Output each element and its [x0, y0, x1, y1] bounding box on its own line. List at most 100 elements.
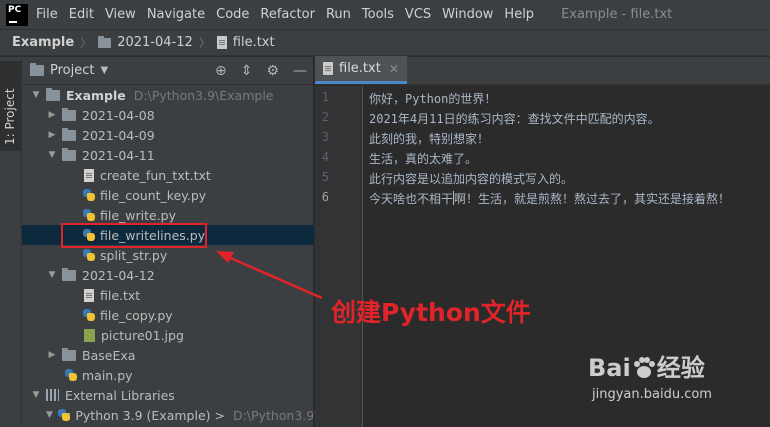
- tree-item-label: 2021-04-09: [82, 127, 155, 143]
- tree-item-file[interactable]: file_write.py: [22, 205, 314, 225]
- tree-item-label: picture01.jpg: [101, 327, 184, 343]
- menu-run[interactable]: Run: [326, 7, 351, 22]
- tree-item-file[interactable]: picture01.jpg: [22, 325, 314, 345]
- tree-item-file[interactable]: file_copy.py: [22, 305, 314, 325]
- text-file-icon: [216, 36, 227, 49]
- tree-item-label: BaseExa: [82, 347, 136, 363]
- menu-refactor[interactable]: Refactor: [260, 7, 315, 22]
- tree-item-file[interactable]: file_count_key.py: [22, 185, 314, 205]
- tree-item-sdk[interactable]: ▼ < Python 3.9 (Example) > D:\Python3.9\: [22, 405, 318, 425]
- watermark: Bai 经验 jingyan.baidu.com: [588, 348, 712, 402]
- menu-view[interactable]: View: [105, 7, 136, 22]
- tree-item-label: 2021-04-11: [82, 147, 155, 163]
- menu-vcs[interactable]: VCS: [405, 7, 431, 22]
- tree-item-label: < Python 3.9 (Example) >: [60, 407, 225, 423]
- tree-item-file[interactable]: create_fun_txt.txt: [22, 165, 314, 185]
- code-line-current[interactable]: 今天啥也不相干啊！生活，就是煎熬！熬过去了，其实还是接着熬！: [369, 190, 730, 207]
- chevron-down-icon[interactable]: ▼: [46, 410, 53, 420]
- code-line[interactable]: 此刻的我，特别想家！: [369, 130, 489, 147]
- tree-item-folder[interactable]: ▶ 2021-04-09: [22, 125, 314, 145]
- tree-item-root[interactable]: ▼ Example D:\Python3.9\Example: [22, 85, 314, 105]
- watermark-logo: Bai 经验: [588, 354, 705, 382]
- chevron-right-icon[interactable]: ▶: [46, 110, 58, 120]
- tree-item-path: D:\Python3.9\Example: [133, 87, 274, 103]
- line-number: 1: [321, 90, 329, 104]
- chevron-down-icon[interactable]: ▼: [30, 390, 42, 400]
- python-file-icon: [82, 208, 96, 222]
- tree-item-label: main.py: [82, 367, 133, 383]
- menu-help[interactable]: Help: [504, 7, 534, 22]
- code-line[interactable]: 生活，真的太难了。: [369, 150, 477, 167]
- project-view-selector[interactable]: Project: [50, 63, 94, 78]
- project-tool-label: 1: Project: [3, 88, 17, 145]
- chevron-right-icon[interactable]: ▶: [46, 350, 58, 360]
- collapse-all-icon[interactable]: ⇕: [241, 63, 253, 79]
- chevron-down-icon[interactable]: ▼: [46, 270, 58, 280]
- menu-navigate[interactable]: Navigate: [147, 7, 205, 22]
- code-line[interactable]: 你好，Python的世界！: [369, 90, 496, 107]
- annotation-label: 创建Python文件: [331, 298, 531, 327]
- gear-icon[interactable]: ⚙: [266, 63, 279, 79]
- menu-window[interactable]: Window: [442, 7, 493, 22]
- folder-icon: [62, 267, 76, 281]
- close-icon[interactable]: ✕: [389, 62, 399, 76]
- chevron-down-icon[interactable]: ▼: [30, 90, 42, 100]
- tree-item-file[interactable]: main.py: [22, 365, 314, 385]
- code-text-after-caret: 啊！生活，就是煎熬！熬过去了，其实还是接着熬！: [454, 192, 731, 206]
- line-number: 2: [321, 110, 329, 124]
- line-number: 3: [321, 130, 329, 144]
- menu-code[interactable]: Code: [216, 7, 249, 22]
- project-panel-header: Project ▼ ⊕ ⇕ ⚙ —: [22, 57, 313, 85]
- folder-icon: [62, 347, 76, 361]
- line-number: 4: [321, 150, 329, 164]
- tree-item-folder[interactable]: ▼ 2021-04-12: [22, 265, 314, 285]
- locate-icon[interactable]: ⊕: [215, 63, 227, 79]
- breadcrumb-file[interactable]: file.txt: [216, 35, 275, 50]
- tree-item-file[interactable]: file.txt: [22, 285, 314, 305]
- tab-file-txt[interactable]: file.txt ✕: [315, 56, 407, 84]
- tree-item-label: 2021-04-08: [82, 107, 155, 123]
- tree-item-label: file_write.py: [100, 207, 177, 223]
- tree-item-external-libraries[interactable]: ▼ External Libraries: [22, 385, 314, 405]
- folder-icon: [30, 63, 44, 76]
- code-text-before-caret: 今天啥也不相干: [369, 192, 454, 206]
- line-number: 5: [321, 170, 329, 184]
- project-tree: ▼ Example D:\Python3.9\Example ▶ 2021-04…: [22, 85, 318, 423]
- code-line[interactable]: 2021年4月11日的练习内容：查找文件中匹配的内容。: [369, 110, 660, 127]
- menu-tools[interactable]: Tools: [362, 7, 394, 22]
- text-file-icon: [84, 288, 94, 302]
- text-file-icon: [323, 62, 333, 75]
- chevron-right-icon[interactable]: ▶: [46, 130, 58, 140]
- breadcrumb-folder[interactable]: 2021-04-12: [98, 35, 193, 50]
- window-title: Example - file.txt: [561, 7, 673, 22]
- menu-edit[interactable]: Edit: [69, 7, 94, 22]
- menu-file[interactable]: File: [36, 7, 58, 22]
- tree-item-label: split_str.py: [100, 247, 168, 263]
- python-file-icon: [82, 188, 96, 202]
- tab-label: file.txt: [339, 61, 381, 76]
- tree-item-folder[interactable]: ▶ 2021-04-08: [22, 105, 314, 125]
- tree-item-folder[interactable]: ▶ BaseExa: [22, 345, 314, 365]
- project-tool-tab[interactable]: 1: Project: [0, 61, 21, 151]
- breadcrumb-project[interactable]: Example: [12, 35, 74, 50]
- folder-icon: [46, 87, 60, 101]
- paw-icon: [633, 357, 655, 378]
- tree-item-folder[interactable]: ▼ 2021-04-11: [22, 145, 314, 165]
- tree-item-path: D:\Python3.9\: [232, 407, 319, 423]
- tree-item-file[interactable]: split_str.py: [22, 245, 314, 265]
- tree-item-label: file_copy.py: [100, 307, 173, 323]
- image-file-icon: [84, 328, 95, 342]
- tree-item-label: Example: [66, 87, 126, 103]
- python-file-icon: [64, 368, 78, 382]
- hide-icon[interactable]: —: [293, 63, 307, 79]
- folder-icon: [62, 127, 76, 141]
- breadcrumb-separator-icon: 〉: [198, 36, 211, 50]
- line-number-current: 6: [321, 190, 329, 204]
- annotation-highlight-box: [61, 223, 207, 248]
- chevron-down-icon[interactable]: ▼: [46, 150, 58, 160]
- chevron-down-icon[interactable]: ▼: [100, 65, 108, 76]
- folder-icon: [98, 35, 112, 48]
- code-line[interactable]: 此行内容是以追加内容的模式写入的。: [369, 170, 573, 187]
- tree-item-label: External Libraries: [65, 387, 175, 403]
- menu-bar: PC File Edit View Navigate Code Refactor…: [0, 0, 770, 30]
